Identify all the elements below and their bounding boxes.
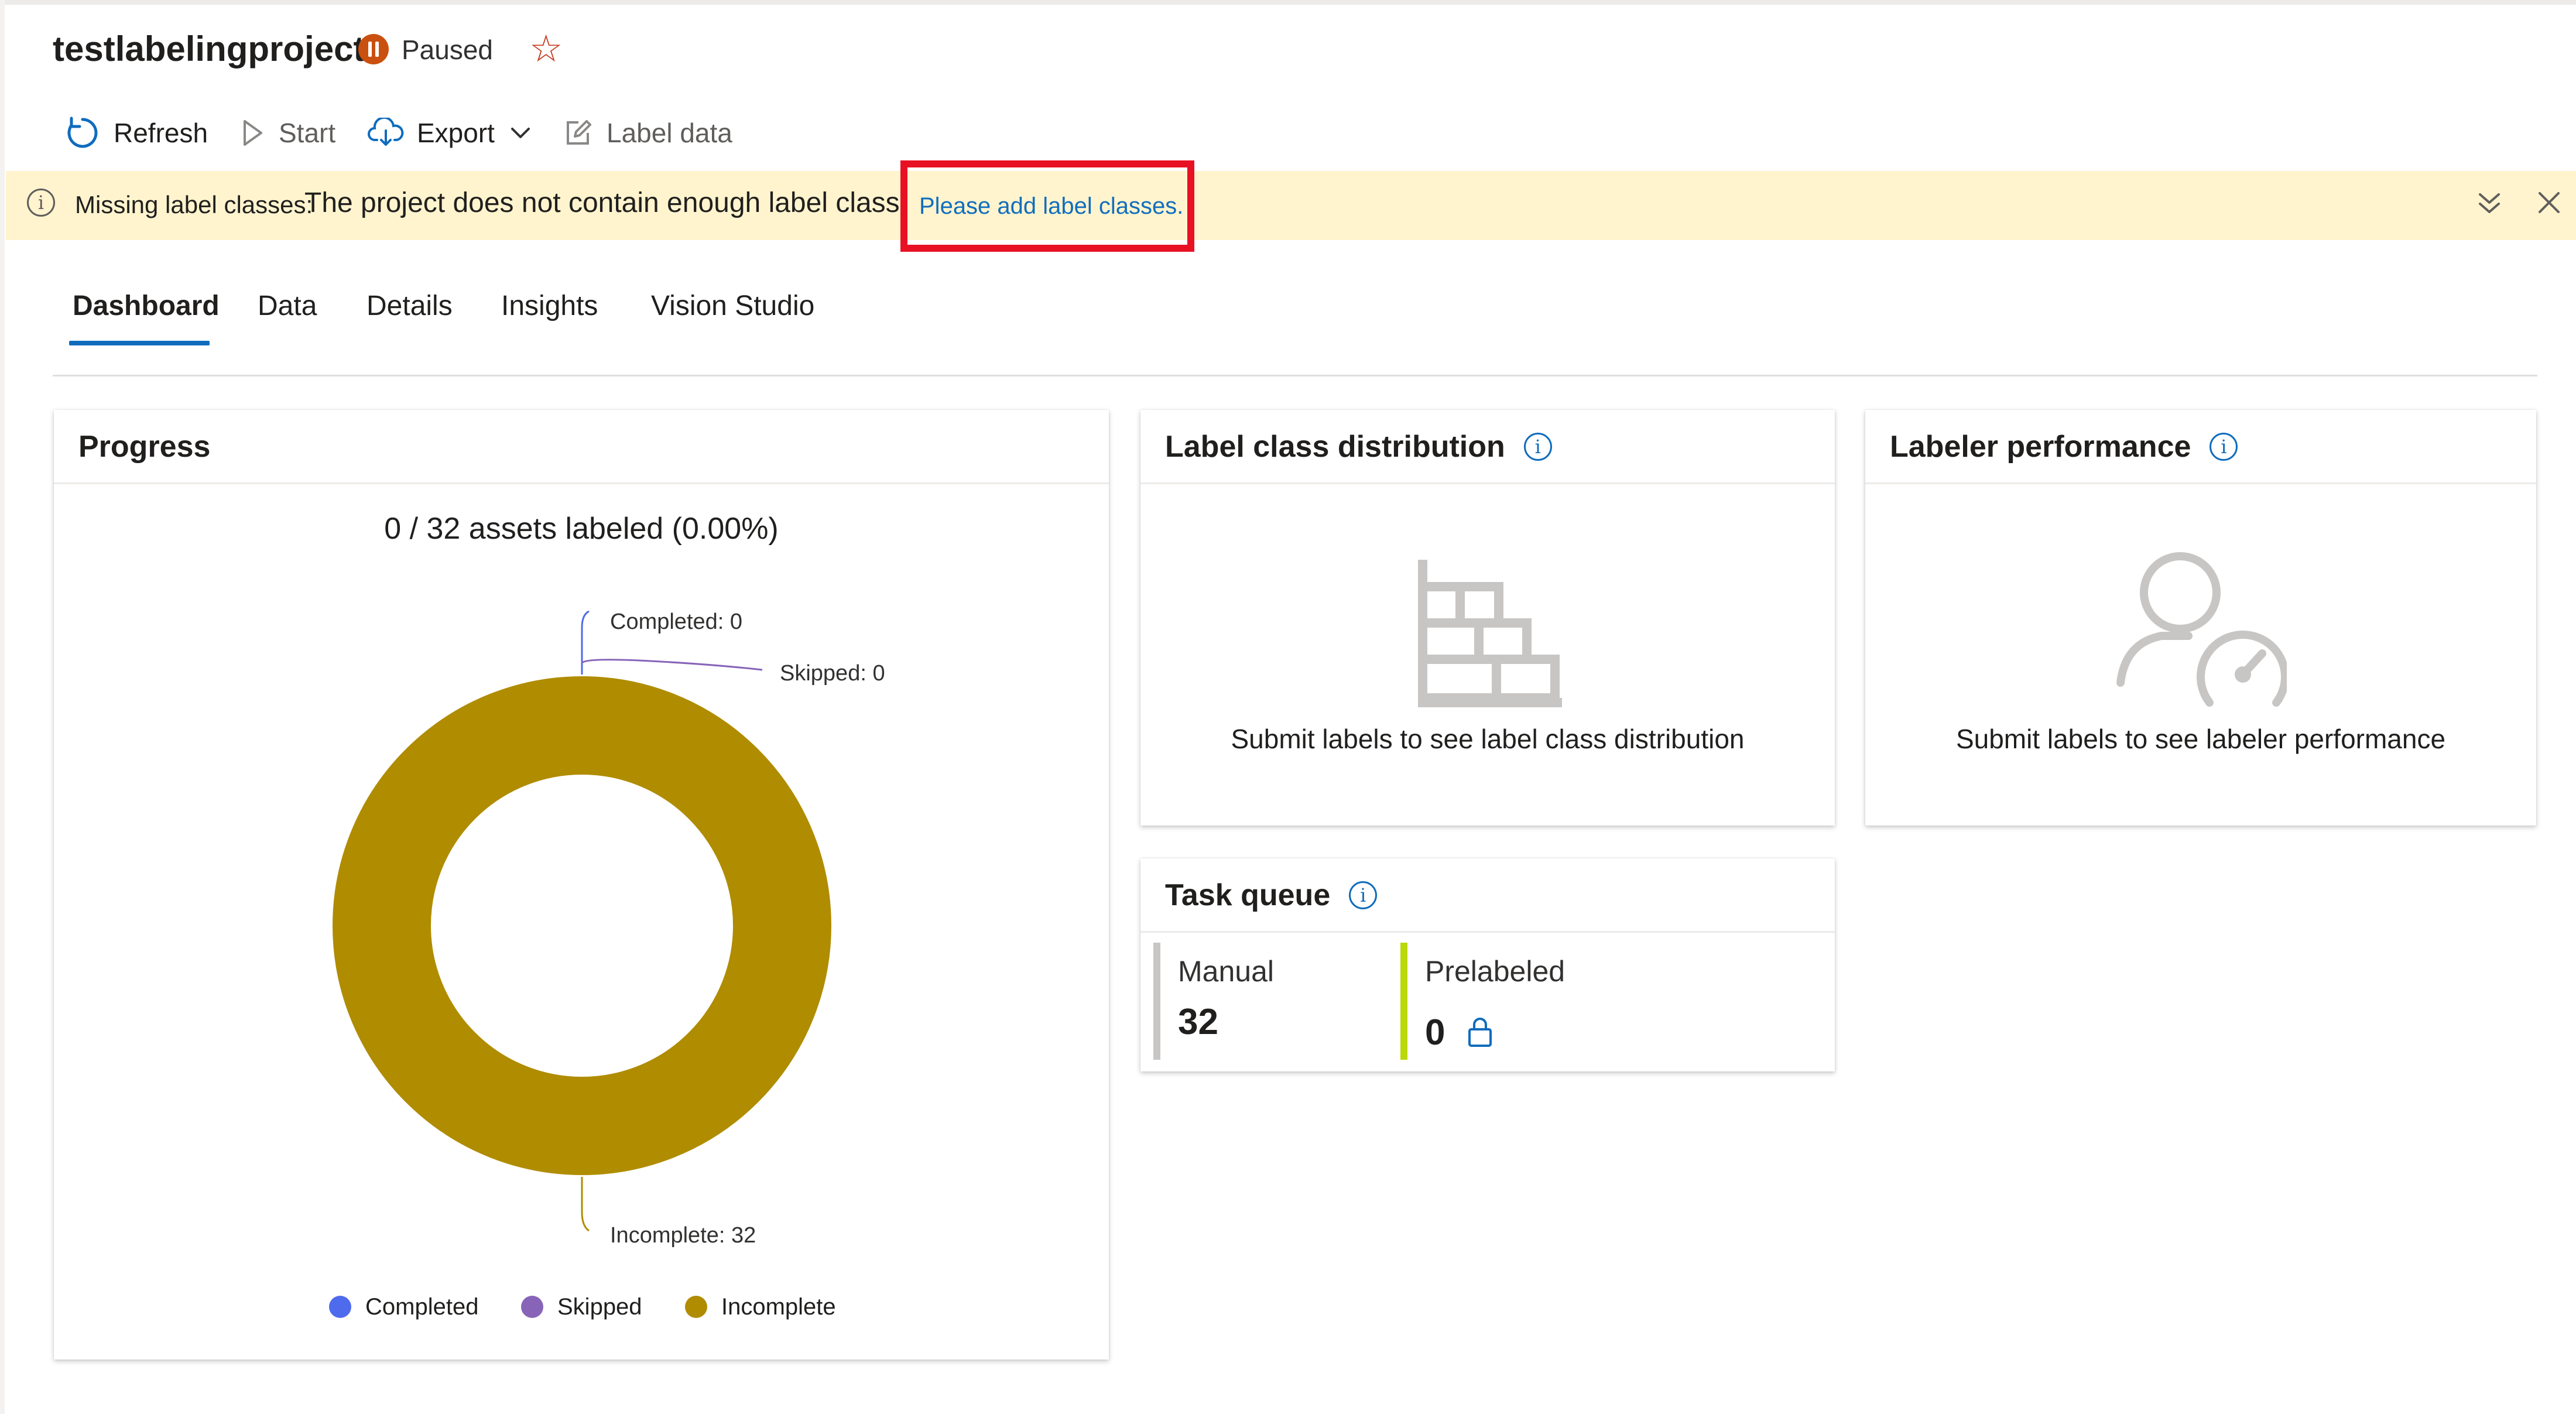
top-border bbox=[0, 0, 2576, 5]
cloud-download-icon bbox=[368, 118, 404, 146]
incomplete-data-label: Incomplete: 32 bbox=[610, 1223, 756, 1248]
expand-icon[interactable] bbox=[2475, 187, 2503, 220]
legend-dot-skipped bbox=[521, 1296, 543, 1318]
tab-dashboard[interactable]: Dashboard bbox=[73, 287, 220, 326]
status-text: Paused bbox=[402, 35, 494, 65]
task-queue-header: Task queue bbox=[1165, 874, 1378, 917]
chevron-down-icon bbox=[511, 128, 530, 138]
skipped-data-label: Skipped: 0 bbox=[780, 661, 885, 686]
user-gauge-icon bbox=[2116, 552, 2287, 707]
tab-insights[interactable]: Insights bbox=[501, 287, 598, 326]
lock-icon bbox=[1468, 1018, 1492, 1047]
bar-chart-icon bbox=[1418, 560, 1562, 707]
completed-leader-line bbox=[581, 610, 590, 675]
card-divider bbox=[1865, 482, 2536, 484]
active-tab-indicator bbox=[69, 341, 210, 345]
labeler-performance-empty: Submit labels to see labeler performance bbox=[1955, 724, 2446, 754]
left-border bbox=[0, 0, 5, 1414]
label-data-label: Label data bbox=[607, 118, 732, 148]
card-divider bbox=[54, 482, 1109, 484]
donut-slice-incomplete[interactable] bbox=[333, 676, 831, 1175]
export-button[interactable]: Export bbox=[368, 112, 532, 153]
progress-donut-chart bbox=[333, 610, 831, 1232]
label-class-distribution-card: Label class distribution Submit labels t… bbox=[1140, 410, 1835, 826]
incomplete-leader-line bbox=[581, 1177, 590, 1232]
info-icon[interactable] bbox=[2210, 433, 2238, 461]
progress-summary: 0 / 32 assets labeled (0.00%) bbox=[384, 512, 779, 546]
labeler-performance-title: Labeler performance bbox=[1890, 430, 2191, 464]
tab-vision-studio[interactable]: Vision Studio bbox=[651, 287, 814, 326]
edit-icon bbox=[567, 120, 591, 145]
info-icon[interactable] bbox=[1349, 881, 1378, 909]
start-label: Start bbox=[279, 118, 336, 148]
manual-accent-bar bbox=[1153, 943, 1160, 1060]
refresh-icon bbox=[67, 117, 98, 148]
legend-completed[interactable]: Completed bbox=[329, 1290, 478, 1323]
task-queue-card: Task queue Manual 32 Prelabeled 0 bbox=[1140, 858, 1835, 1071]
label-class-distribution-header: Label class distribution bbox=[1165, 425, 1552, 468]
manual-count: 32 bbox=[1178, 1002, 1218, 1042]
legend-label-incomplete: Incomplete bbox=[721, 1293, 836, 1320]
card-divider bbox=[1140, 482, 1835, 484]
prelabeled-count: 0 bbox=[1425, 1012, 1445, 1053]
legend-dot-completed bbox=[329, 1296, 351, 1318]
label-class-distribution-title: Label class distribution bbox=[1165, 430, 1505, 464]
prelabeled-accent-bar bbox=[1400, 943, 1407, 1060]
legend-skipped[interactable]: Skipped bbox=[521, 1290, 642, 1323]
tabs-divider bbox=[53, 375, 2537, 376]
legend-label-completed: Completed bbox=[365, 1293, 479, 1320]
refresh-label: Refresh bbox=[114, 118, 208, 148]
info-icon[interactable] bbox=[1523, 433, 1552, 461]
info-icon bbox=[27, 189, 55, 217]
refresh-button[interactable]: Refresh bbox=[64, 112, 208, 153]
play-icon bbox=[244, 120, 262, 146]
close-icon[interactable] bbox=[2535, 189, 2563, 217]
warning-message: The project does not contain enough labe… bbox=[304, 187, 907, 218]
star-icon[interactable]: ☆ bbox=[529, 28, 563, 69]
label-data-button[interactable]: Label data bbox=[563, 112, 732, 153]
card-divider bbox=[1140, 931, 1835, 933]
highlight-box bbox=[900, 160, 1194, 252]
export-label: Export bbox=[417, 118, 495, 148]
progress-title: Progress bbox=[78, 430, 211, 464]
legend-label-skipped: Skipped bbox=[557, 1293, 642, 1320]
page-title: testlabelingproject bbox=[53, 29, 365, 69]
paused-icon bbox=[358, 34, 389, 64]
warning-title: Missing label classes: bbox=[75, 191, 313, 218]
skipped-leader-line bbox=[581, 659, 763, 671]
manual-label: Manual bbox=[1178, 955, 1274, 988]
labeler-performance-card: Labeler performance Submit labels to see… bbox=[1865, 410, 2536, 826]
task-queue-title: Task queue bbox=[1165, 878, 1331, 912]
labeler-performance-header: Labeler performance bbox=[1890, 425, 2238, 468]
completed-data-label: Completed: 0 bbox=[610, 610, 743, 634]
legend-incomplete[interactable]: Incomplete bbox=[685, 1290, 836, 1323]
label-class-distribution-empty: Submit labels to see label class distrib… bbox=[1231, 724, 1745, 754]
tab-data[interactable]: Data bbox=[258, 287, 317, 326]
prelabeled-label: Prelabeled bbox=[1425, 955, 1566, 988]
tab-details[interactable]: Details bbox=[366, 287, 453, 326]
start-button[interactable]: Start bbox=[240, 112, 335, 153]
legend-dot-incomplete bbox=[685, 1296, 707, 1318]
